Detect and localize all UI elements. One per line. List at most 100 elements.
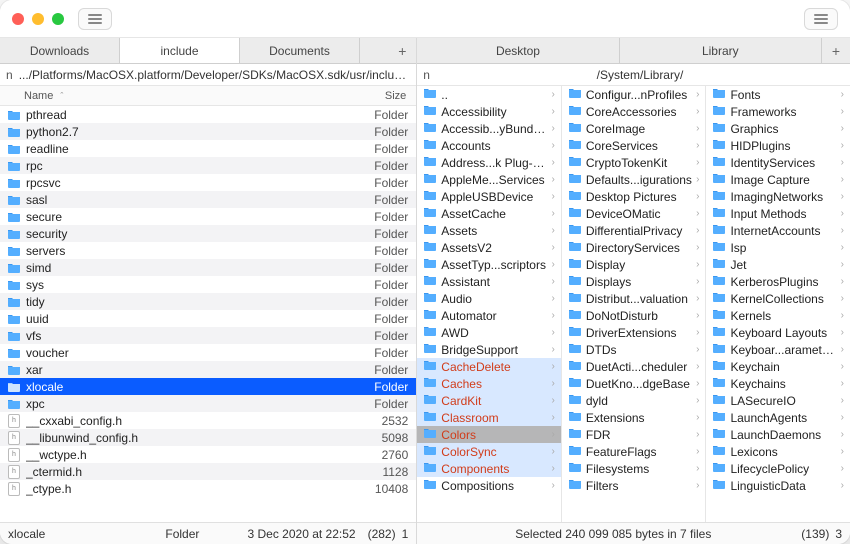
column[interactable]: Fonts›Frameworks›Graphics›HIDPlugins›Ide… (706, 86, 850, 522)
column-item[interactable]: Keychains› (706, 375, 850, 392)
column-item[interactable]: LinguisticData› (706, 477, 850, 494)
column-item[interactable]: Frameworks› (706, 103, 850, 120)
column-item[interactable]: BridgeSupport› (417, 341, 561, 358)
column-item[interactable]: DoNotDisturb› (562, 307, 706, 324)
column-item[interactable]: Compositions› (417, 477, 561, 494)
list-row[interactable]: simdFolder (0, 259, 416, 276)
column-item[interactable]: Lexicons› (706, 443, 850, 460)
column-item[interactable]: CryptoTokenKit› (562, 154, 706, 171)
column-item[interactable]: Displays› (562, 273, 706, 290)
column-item[interactable]: DriverExtensions› (562, 324, 706, 341)
column-item[interactable]: AppleUSBDevice› (417, 188, 561, 205)
column-item[interactable]: Colors› (417, 426, 561, 443)
list-row[interactable]: h__cxxabi_config.h2532 (0, 412, 416, 429)
column-item[interactable]: Address...k Plug-Ins› (417, 154, 561, 171)
column-item[interactable]: Audio› (417, 290, 561, 307)
column[interactable]: Configur...nProfiles›CoreAccessories›Cor… (562, 86, 707, 522)
column-header-name[interactable]: Name ˆ (0, 90, 356, 102)
list-row[interactable]: saslFolder (0, 191, 416, 208)
column-item[interactable]: LifecyclePolicy› (706, 460, 850, 477)
tab-add-button[interactable]: + (388, 38, 416, 63)
list-row[interactable]: h__wctype.h2760 (0, 446, 416, 463)
list-row[interactable]: h_ctype.h10408 (0, 480, 416, 497)
column-item[interactable]: IdentityServices› (706, 154, 850, 171)
column-item[interactable]: DirectoryServices› (562, 239, 706, 256)
column-item[interactable]: CoreAccessories› (562, 103, 706, 120)
minimize-window-button[interactable] (32, 13, 44, 25)
column-item[interactable]: Fonts› (706, 86, 850, 103)
column-item[interactable]: Assets› (417, 222, 561, 239)
column-item[interactable]: Classroom› (417, 409, 561, 426)
column-item[interactable]: Jet› (706, 256, 850, 273)
list-row[interactable]: voucherFolder (0, 344, 416, 361)
column-item[interactable]: CoreServices› (562, 137, 706, 154)
list-row[interactable]: vfsFolder (0, 327, 416, 344)
column-item[interactable]: Keychain› (706, 358, 850, 375)
tab-library[interactable]: Library (620, 38, 822, 63)
column-item[interactable]: Keyboard Layouts› (706, 324, 850, 341)
column-item[interactable]: CacheDelete› (417, 358, 561, 375)
column-item[interactable]: Caches› (417, 375, 561, 392)
column-header-size[interactable]: Size (356, 90, 416, 102)
column-item[interactable]: Accessibility› (417, 103, 561, 120)
column-item[interactable]: AssetTyp...scriptors› (417, 256, 561, 273)
column-item[interactable]: FDR› (562, 426, 706, 443)
column-item[interactable]: DuetActi...cheduler› (562, 358, 706, 375)
zoom-window-button[interactable] (52, 13, 64, 25)
column-item[interactable]: CoreImage› (562, 120, 706, 137)
column-item[interactable]: InternetAccounts› (706, 222, 850, 239)
column-item[interactable]: LASecureIO› (706, 392, 850, 409)
list-row[interactable]: sysFolder (0, 276, 416, 293)
column-item[interactable]: Input Methods› (706, 205, 850, 222)
column-item[interactable]: Filesystems› (562, 460, 706, 477)
column-item[interactable]: ImagingNetworks› (706, 188, 850, 205)
tab-add-button[interactable]: + (822, 38, 850, 63)
list-row[interactable]: tidyFolder (0, 293, 416, 310)
column-item[interactable]: Display› (562, 256, 706, 273)
column-item[interactable]: DTDs› (562, 341, 706, 358)
list-row[interactable]: serversFolder (0, 242, 416, 259)
column-item[interactable]: Assistant› (417, 273, 561, 290)
list-row[interactable]: rpcFolder (0, 157, 416, 174)
column-item[interactable]: Isp› (706, 239, 850, 256)
column-item[interactable]: Accessib...yBundles› (417, 120, 561, 137)
column-item[interactable]: AssetsV2› (417, 239, 561, 256)
list-row[interactable]: rpcsvcFolder (0, 174, 416, 191)
column-item[interactable]: Kernels› (706, 307, 850, 324)
column-item[interactable]: Desktop Pictures› (562, 188, 706, 205)
column-item[interactable]: DuetKno...dgeBase› (562, 375, 706, 392)
column-item[interactable]: Keyboar...arameters› (706, 341, 850, 358)
column-item[interactable]: Extensions› (562, 409, 706, 426)
tab-documents[interactable]: Documents (240, 38, 360, 63)
list-row[interactable]: xlocaleFolder (0, 378, 416, 395)
list-row[interactable]: xarFolder (0, 361, 416, 378)
list-row[interactable]: xpcFolder (0, 395, 416, 412)
left-pathbar[interactable]: n .../Platforms/MacOSX.platform/Develope… (0, 64, 416, 86)
list-row[interactable]: readlineFolder (0, 140, 416, 157)
column-item[interactable]: Configur...nProfiles› (562, 86, 706, 103)
column-item[interactable]: Distribut...valuation› (562, 290, 706, 307)
column-item[interactable]: KerberosPlugins› (706, 273, 850, 290)
column-item[interactable]: CardKit› (417, 392, 561, 409)
column-item[interactable]: HIDPlugins› (706, 137, 850, 154)
column-item[interactable]: Filters› (562, 477, 706, 494)
column[interactable]: ..›Accessibility›Accessib...yBundles›Acc… (417, 86, 562, 522)
column-item[interactable]: Graphics› (706, 120, 850, 137)
list-row[interactable]: securityFolder (0, 225, 416, 242)
close-window-button[interactable] (12, 13, 24, 25)
column-item[interactable]: Automator› (417, 307, 561, 324)
list-row[interactable]: pthreadFolder (0, 106, 416, 123)
right-toolbar-button[interactable] (804, 8, 838, 30)
column-item[interactable]: DeviceOMatic› (562, 205, 706, 222)
list-row[interactable]: h__libunwind_config.h5098 (0, 429, 416, 446)
column-item[interactable]: LaunchDaemons› (706, 426, 850, 443)
list-row[interactable]: python2.7Folder (0, 123, 416, 140)
column-item[interactable]: dyld› (562, 392, 706, 409)
tab-desktop[interactable]: Desktop (417, 38, 619, 63)
column-item[interactable]: ..› (417, 86, 561, 103)
column-item[interactable]: Accounts› (417, 137, 561, 154)
column-item[interactable]: Defaults...igurations› (562, 171, 706, 188)
left-toolbar-button[interactable] (78, 8, 112, 30)
column-item[interactable]: AssetCache› (417, 205, 561, 222)
column-item[interactable]: KernelCollections› (706, 290, 850, 307)
